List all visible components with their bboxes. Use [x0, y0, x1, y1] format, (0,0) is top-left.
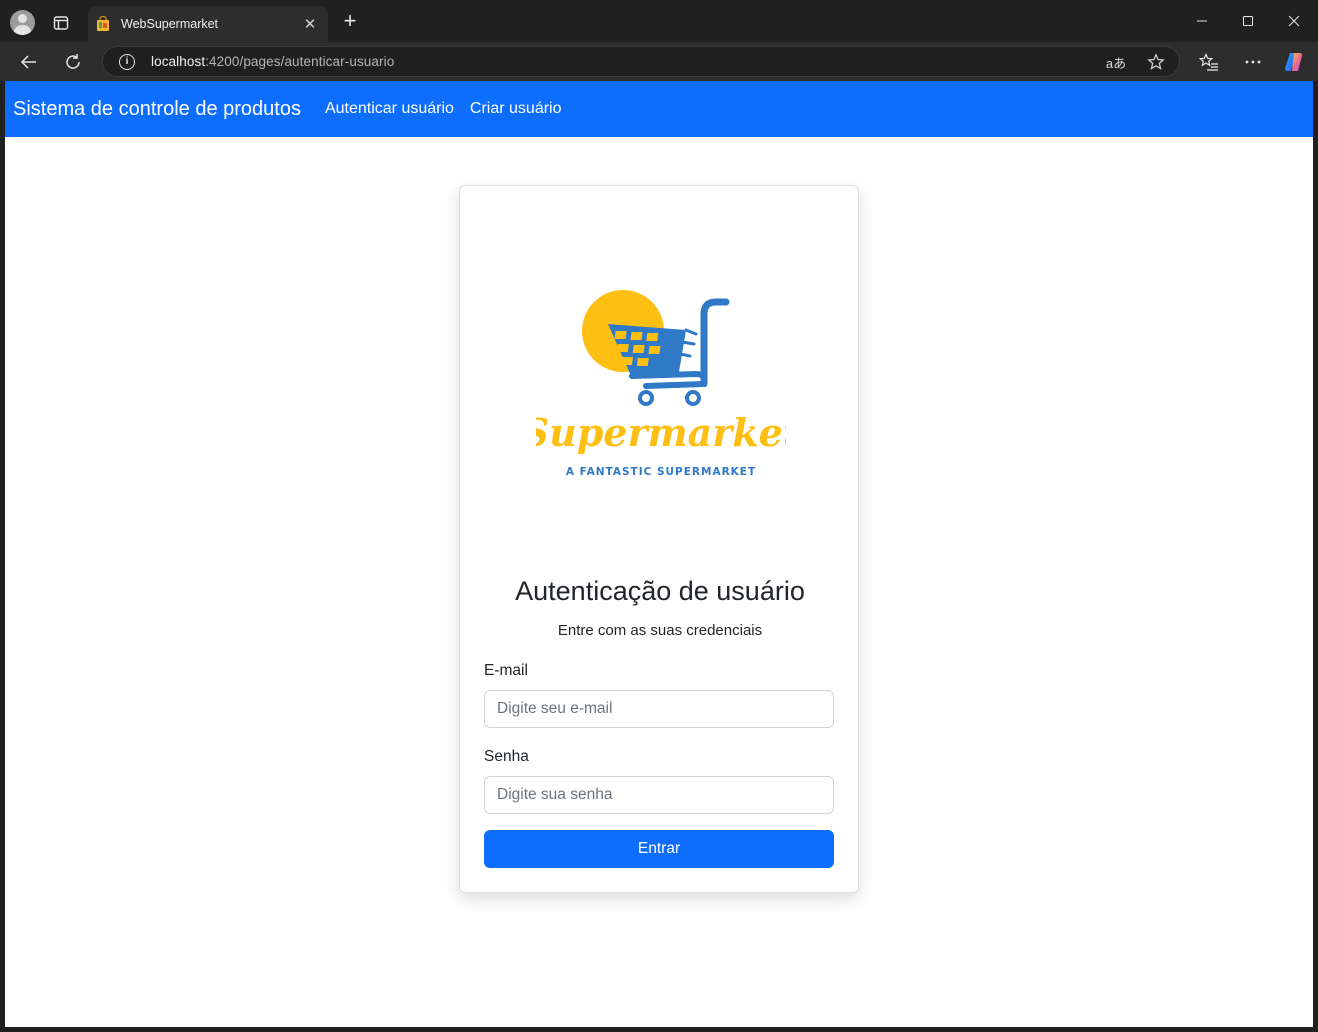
page-subtitle: Entre com as suas credenciais — [557, 622, 763, 639]
close-window-icon[interactable] — [1271, 6, 1317, 36]
maximize-icon[interactable] — [1225, 6, 1271, 36]
password-label: Senha — [484, 748, 529, 765]
login-card: Supermarket A FANTASTIC SUPERMARKET Aute… — [459, 185, 859, 893]
new-tab-button[interactable]: + — [336, 8, 364, 36]
logo-tagline: A FANTASTIC SUPERMARKET — [566, 466, 756, 478]
site-info-icon[interactable]: i — [119, 53, 135, 70]
address-bar[interactable]: i localhost:4200/pages/autenticar-usuari… — [102, 46, 1180, 77]
copilot-icon[interactable] — [1280, 47, 1310, 77]
browser-tab-active[interactable]: WebSupermarket ✕ — [88, 6, 328, 42]
logo-wordmark: Supermarket — [536, 410, 786, 455]
read-aloud-icon[interactable]: aあ — [1103, 50, 1129, 74]
supermarket-logo: Supermarket A FANTASTIC SUPERMARKET — [536, 290, 786, 478]
profile-avatar-icon[interactable] — [10, 10, 35, 35]
page-title: Autenticação de usuário — [515, 576, 805, 606]
email-input[interactable] — [484, 690, 834, 728]
reload-icon[interactable] — [58, 47, 88, 77]
tab-close-icon[interactable]: ✕ — [302, 15, 318, 33]
navbar-brand[interactable]: Sistema de controle de produtos — [13, 98, 301, 121]
nav-link-autenticar-usuario[interactable]: Autenticar usuário — [325, 100, 454, 118]
favorites-list-icon[interactable] — [1194, 47, 1224, 77]
url-text[interactable]: localhost:4200/pages/autenticar-usuario — [151, 54, 394, 69]
page-viewport: Sistema de controle de produtos Autentic… — [5, 81, 1313, 1027]
browser-titlebar: WebSupermarket ✕ + — [0, 0, 1318, 42]
nav-link-criar-usuario[interactable]: Criar usuário — [470, 100, 562, 118]
minimize-icon[interactable] — [1179, 6, 1225, 36]
shopping-bag-favicon-icon — [96, 15, 110, 32]
email-label: E-mail — [484, 662, 528, 679]
tab-title: WebSupermarket — [121, 17, 219, 31]
submit-button[interactable]: Entrar — [484, 830, 834, 868]
more-options-icon[interactable] — [1238, 47, 1268, 77]
back-arrow-icon[interactable] — [14, 47, 44, 77]
app-navbar: Sistema de controle de produtos Autentic… — [5, 81, 1313, 137]
password-input[interactable] — [484, 776, 834, 814]
favorite-star-icon[interactable] — [1143, 50, 1169, 74]
browser-toolbar: i localhost:4200/pages/autenticar-usuari… — [0, 42, 1318, 81]
window-bottom-edge — [0, 1027, 1318, 1032]
tab-actions-icon[interactable] — [46, 8, 76, 38]
